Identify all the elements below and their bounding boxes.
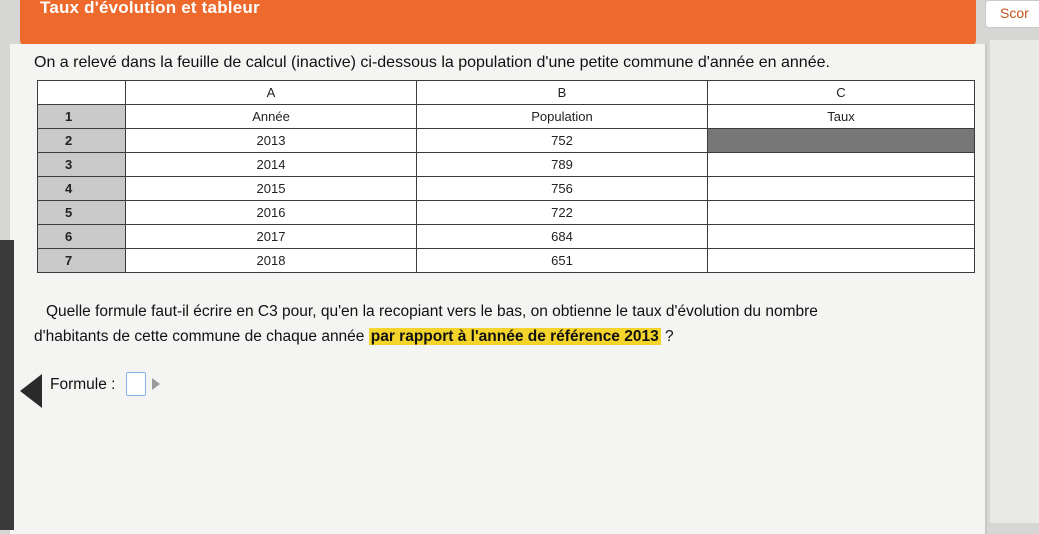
row-number: 3 bbox=[37, 152, 126, 177]
cell-b: 789 bbox=[416, 152, 708, 177]
score-label: Scor bbox=[1000, 5, 1029, 21]
cell-b: 651 bbox=[416, 248, 708, 273]
right-margin bbox=[990, 40, 1039, 523]
spreadsheet: A B C 1 Année Population Taux 2 2013 752 3 2014 7… bbox=[37, 80, 975, 273]
table-row: 5 2016 722 bbox=[37, 200, 975, 225]
cell-a: 2018 bbox=[125, 248, 417, 273]
column-header-a: A bbox=[125, 80, 417, 105]
row-number: 5 bbox=[37, 200, 126, 225]
cell-a: 2016 bbox=[125, 200, 417, 225]
cell-c bbox=[707, 200, 975, 225]
formula-input[interactable] bbox=[126, 372, 146, 396]
question-line-1: Quelle formule faut-il écrire en C3 pour… bbox=[46, 303, 818, 320]
left-arrow-icon[interactable] bbox=[20, 374, 42, 408]
cell-c bbox=[707, 152, 975, 177]
cell-a: Année bbox=[125, 104, 417, 129]
cell-c bbox=[707, 176, 975, 201]
table-row: 6 2017 684 bbox=[37, 224, 975, 249]
cell-c: Taux bbox=[707, 104, 975, 129]
exercise-title: Taux d'évolution et tableur bbox=[40, 0, 260, 17]
table-row: 7 2018 651 bbox=[37, 248, 975, 273]
exercise-intro: On a relevé dans la feuille de calcul (i… bbox=[34, 54, 830, 71]
row-number: 7 bbox=[37, 248, 126, 273]
cell-c bbox=[707, 224, 975, 249]
table-row: 1 Année Population Taux bbox=[37, 104, 975, 129]
cell-c3-active bbox=[707, 128, 975, 153]
question-end: ? bbox=[660, 328, 674, 345]
table-row: 2 2013 752 bbox=[37, 128, 975, 153]
table-row: 4 2015 756 bbox=[37, 176, 975, 201]
row-number: 1 bbox=[37, 104, 126, 129]
cell-a: 2015 bbox=[125, 176, 417, 201]
question-highlight: par rapport à l'année de référence 2013 bbox=[368, 328, 661, 345]
row-number: 2 bbox=[37, 128, 126, 153]
corner-cell bbox=[37, 80, 126, 105]
left-sidebar-edge bbox=[0, 240, 14, 530]
cell-b: 684 bbox=[416, 224, 708, 249]
row-number: 4 bbox=[37, 176, 126, 201]
cell-b: 752 bbox=[416, 128, 708, 153]
cell-a: 2013 bbox=[125, 128, 417, 153]
score-box: Scor bbox=[985, 0, 1039, 28]
cell-a: 2017 bbox=[125, 224, 417, 249]
cell-c bbox=[707, 248, 975, 273]
question-text: d'habitants de cette commune de chaque a… bbox=[34, 328, 365, 345]
column-header-row: A B C bbox=[37, 80, 975, 105]
table-row: 3 2014 789 bbox=[37, 152, 975, 177]
question-line-2: d'habitants de cette commune de chaque a… bbox=[34, 328, 674, 346]
exercise-header: Taux d'évolution et tableur bbox=[20, 0, 976, 46]
spreadsheet-body: 1 Année Population Taux 2 2013 752 3 2014 789 4 201… bbox=[37, 104, 975, 273]
cell-b: 756 bbox=[416, 176, 708, 201]
cell-b: 722 bbox=[416, 200, 708, 225]
row-number: 6 bbox=[37, 224, 126, 249]
cell-a: 2014 bbox=[125, 152, 417, 177]
column-header-b: B bbox=[416, 80, 708, 105]
cell-b: Population bbox=[416, 104, 708, 129]
column-header-c: C bbox=[707, 80, 975, 105]
formula-label: Formule : bbox=[50, 376, 116, 393]
cursor-icon bbox=[152, 378, 160, 390]
